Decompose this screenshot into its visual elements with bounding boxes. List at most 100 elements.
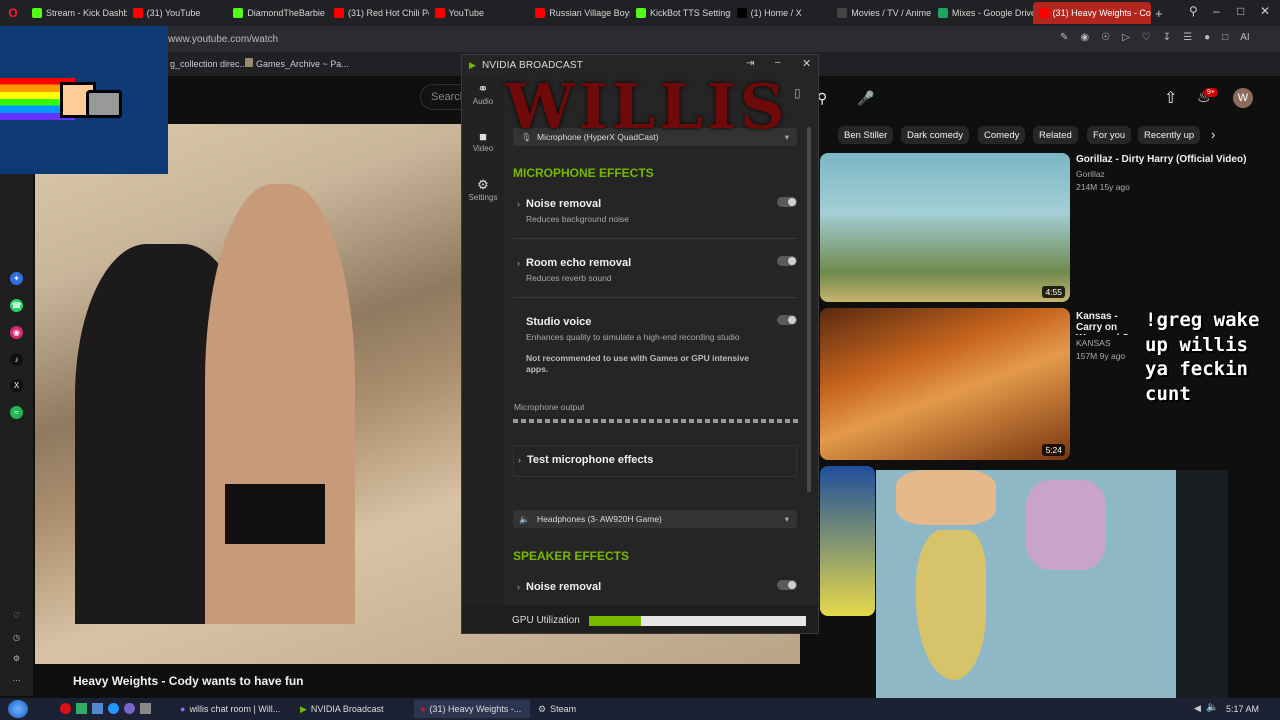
expand-chevron-icon[interactable]: › (517, 582, 520, 592)
chip-dark-comedy[interactable]: Dark comedy (901, 126, 969, 144)
app-taskbar-icon[interactable] (92, 703, 103, 714)
search-input[interactable]: Search (420, 84, 466, 110)
messenger-icon[interactable]: ✦ (10, 272, 23, 285)
app-taskbar-icon[interactable] (108, 703, 119, 714)
settings-icon[interactable]: ⚙ (10, 652, 23, 665)
tab-label: (31) YouTube (146, 8, 201, 18)
favorites-icon[interactable]: ♡ (10, 609, 23, 622)
feedback-icon[interactable]: ▯ (794, 86, 801, 100)
tab-label: DiamondTheBarbie St (247, 8, 328, 18)
microphone-output-meter (513, 419, 799, 423)
scrollbar[interactable] (807, 127, 811, 492)
browser-tab[interactable]: Stream - Kick Dashboa (26, 2, 127, 24)
download-icon[interactable]: ↧ (1163, 32, 1171, 43)
chip-recently-uploaded[interactable]: Recently up (1138, 126, 1201, 144)
channel-name[interactable]: KANSAS (1076, 338, 1111, 348)
minimize-icon[interactable]: – (1213, 4, 1220, 18)
video-meta: 157M 9y ago (1076, 351, 1126, 361)
profile-icon[interactable]: ● (1204, 32, 1210, 43)
expand-chevron-icon[interactable]: › (517, 199, 520, 209)
clock[interactable]: 5:17 AM (1226, 704, 1259, 714)
map-continent (916, 530, 986, 680)
browser-tab[interactable]: (1) Home / X (731, 2, 832, 24)
browser-tab[interactable]: (31) Heavy Weights - Coo (1032, 2, 1151, 24)
avatar[interactable]: W (1233, 88, 1253, 108)
speaker-effects-heading: SPEAKER EFFECTS (513, 549, 630, 563)
app-taskbar-icon[interactable] (76, 703, 87, 714)
channel-name[interactable]: Gorillaz (1076, 169, 1105, 179)
menu-icon[interactable]: ☰ (1183, 32, 1192, 43)
room-echo-removal-toggle[interactable] (777, 256, 797, 266)
x-icon[interactable]: X (10, 379, 23, 392)
browser-tab[interactable]: Russian Village Boys (529, 2, 630, 24)
new-tab-icon[interactable]: + (1155, 6, 1163, 21)
video-thumbnail[interactable] (820, 466, 875, 616)
speaker-noise-removal-toggle[interactable] (777, 580, 797, 590)
expand-chevron-icon[interactable]: › (517, 258, 520, 268)
maximize-icon[interactable]: □ (1237, 4, 1244, 18)
recommended-video-title[interactable]: Gorillaz - Dirty Harry (Official Video) (1076, 154, 1276, 165)
app-taskbar-icon[interactable] (140, 703, 151, 714)
browser-tab[interactable]: YouTube (429, 2, 530, 24)
studio-voice-toggle[interactable] (777, 315, 797, 325)
instagram-icon[interactable]: ◉ (10, 326, 23, 339)
taskbar-window-steam[interactable]: ⚙ Steam (532, 700, 632, 718)
chip-ben-stiller[interactable]: Ben Stiller (838, 126, 894, 144)
chevron-right-icon[interactable]: › (1211, 127, 1215, 142)
browser-tab[interactable]: (31) Red Hot Chili Pep (328, 2, 429, 24)
nav-settings[interactable]: ⚙ Settings (462, 177, 504, 202)
heart-icon[interactable]: ♡ (1142, 32, 1151, 43)
whatsapp-icon[interactable]: ☎ (10, 299, 23, 312)
browser-tab[interactable]: Mixes - Google Drive (932, 2, 1033, 24)
history-icon[interactable]: ◷ (10, 631, 23, 644)
browser-tab[interactable]: (31) YouTube (127, 2, 228, 24)
taskbar-window-chat[interactable]: ● willis chat room | Will... (174, 700, 290, 718)
edit-icon[interactable]: ✎ (1060, 32, 1068, 43)
upload-icon[interactable]: ⇧ (1164, 88, 1177, 108)
nav-audio[interactable]: ⚭ Audio (462, 81, 504, 106)
noise-removal-toggle[interactable] (777, 197, 797, 207)
extension-icon[interactable]: □ (1222, 32, 1228, 43)
nav-video[interactable]: ■ Video (462, 129, 504, 153)
chip-related[interactable]: Related (1033, 126, 1078, 144)
microphone-icon[interactable]: 🎤 (857, 90, 874, 107)
tiktok-icon[interactable]: ♪ (10, 353, 23, 366)
test-microphone-button[interactable]: › Test microphone effects (513, 445, 797, 477)
browser-tab[interactable]: KickBot TTS Settings (630, 2, 731, 24)
camera-icon[interactable]: ◉ (1080, 32, 1089, 43)
shield-icon[interactable]: ☉ (1101, 32, 1110, 43)
app-taskbar-icon[interactable] (124, 703, 135, 714)
browser-tab[interactable]: DiamondTheBarbie St (227, 2, 328, 24)
gear-icon: ⚙ (477, 177, 489, 192)
bookmark-item[interactable]: g_collection direc... (170, 59, 247, 69)
close-window-icon[interactable]: ✕ (1260, 4, 1270, 18)
url-field[interactable]: www.youtube.com/watch (168, 34, 278, 45)
close-icon[interactable]: ✕ (802, 57, 811, 70)
discord-icon: ● (180, 704, 186, 714)
recommended-video-title[interactable]: Kansas - Carry on Wayward Son (Official … (1076, 311, 1146, 335)
volume-icon[interactable]: 🔈 (1206, 702, 1218, 713)
more-icon[interactable]: ⋯ (10, 674, 23, 687)
chip-for-you[interactable]: For you (1087, 126, 1132, 144)
tray-arrow-icon[interactable]: ◀ (1194, 703, 1201, 714)
video-thumbnail[interactable]: 4:55 (820, 153, 1070, 302)
browser-tab[interactable]: Movies / TV / Anime - (831, 2, 932, 24)
chip-comedy[interactable]: Comedy (978, 126, 1026, 144)
taskbar-window-browser[interactable]: ● (31) Heavy Weights -... (414, 700, 530, 718)
play-icon[interactable]: ▷ (1122, 32, 1130, 43)
speaker-source-dropdown[interactable]: 🔈 Headphones (3- AW920H Game) ▾ (513, 510, 797, 528)
chevron-down-icon: ▾ (784, 513, 789, 524)
quick-launch (60, 703, 151, 714)
pop-out-icon[interactable]: ⇥ (746, 58, 754, 69)
ai-icon[interactable]: AI (1240, 32, 1249, 43)
opera-taskbar-icon[interactable] (60, 703, 71, 714)
spotify-icon[interactable]: ≈ (10, 406, 23, 419)
bookmark-item[interactable]: Games_Archive ~ Pa... (256, 59, 349, 69)
start-button-icon[interactable] (8, 700, 28, 718)
video-thumbnail[interactable]: 5:24 (820, 308, 1070, 460)
taskbar-window-label: Steam (550, 704, 577, 714)
minimize-icon[interactable]: – (775, 57, 781, 68)
tab-search-icon[interactable]: ⚲ (1189, 4, 1198, 18)
opera-logo-icon[interactable]: O (0, 6, 26, 20)
taskbar-window-broadcast[interactable]: ▶ NVIDIA Broadcast (294, 700, 410, 718)
